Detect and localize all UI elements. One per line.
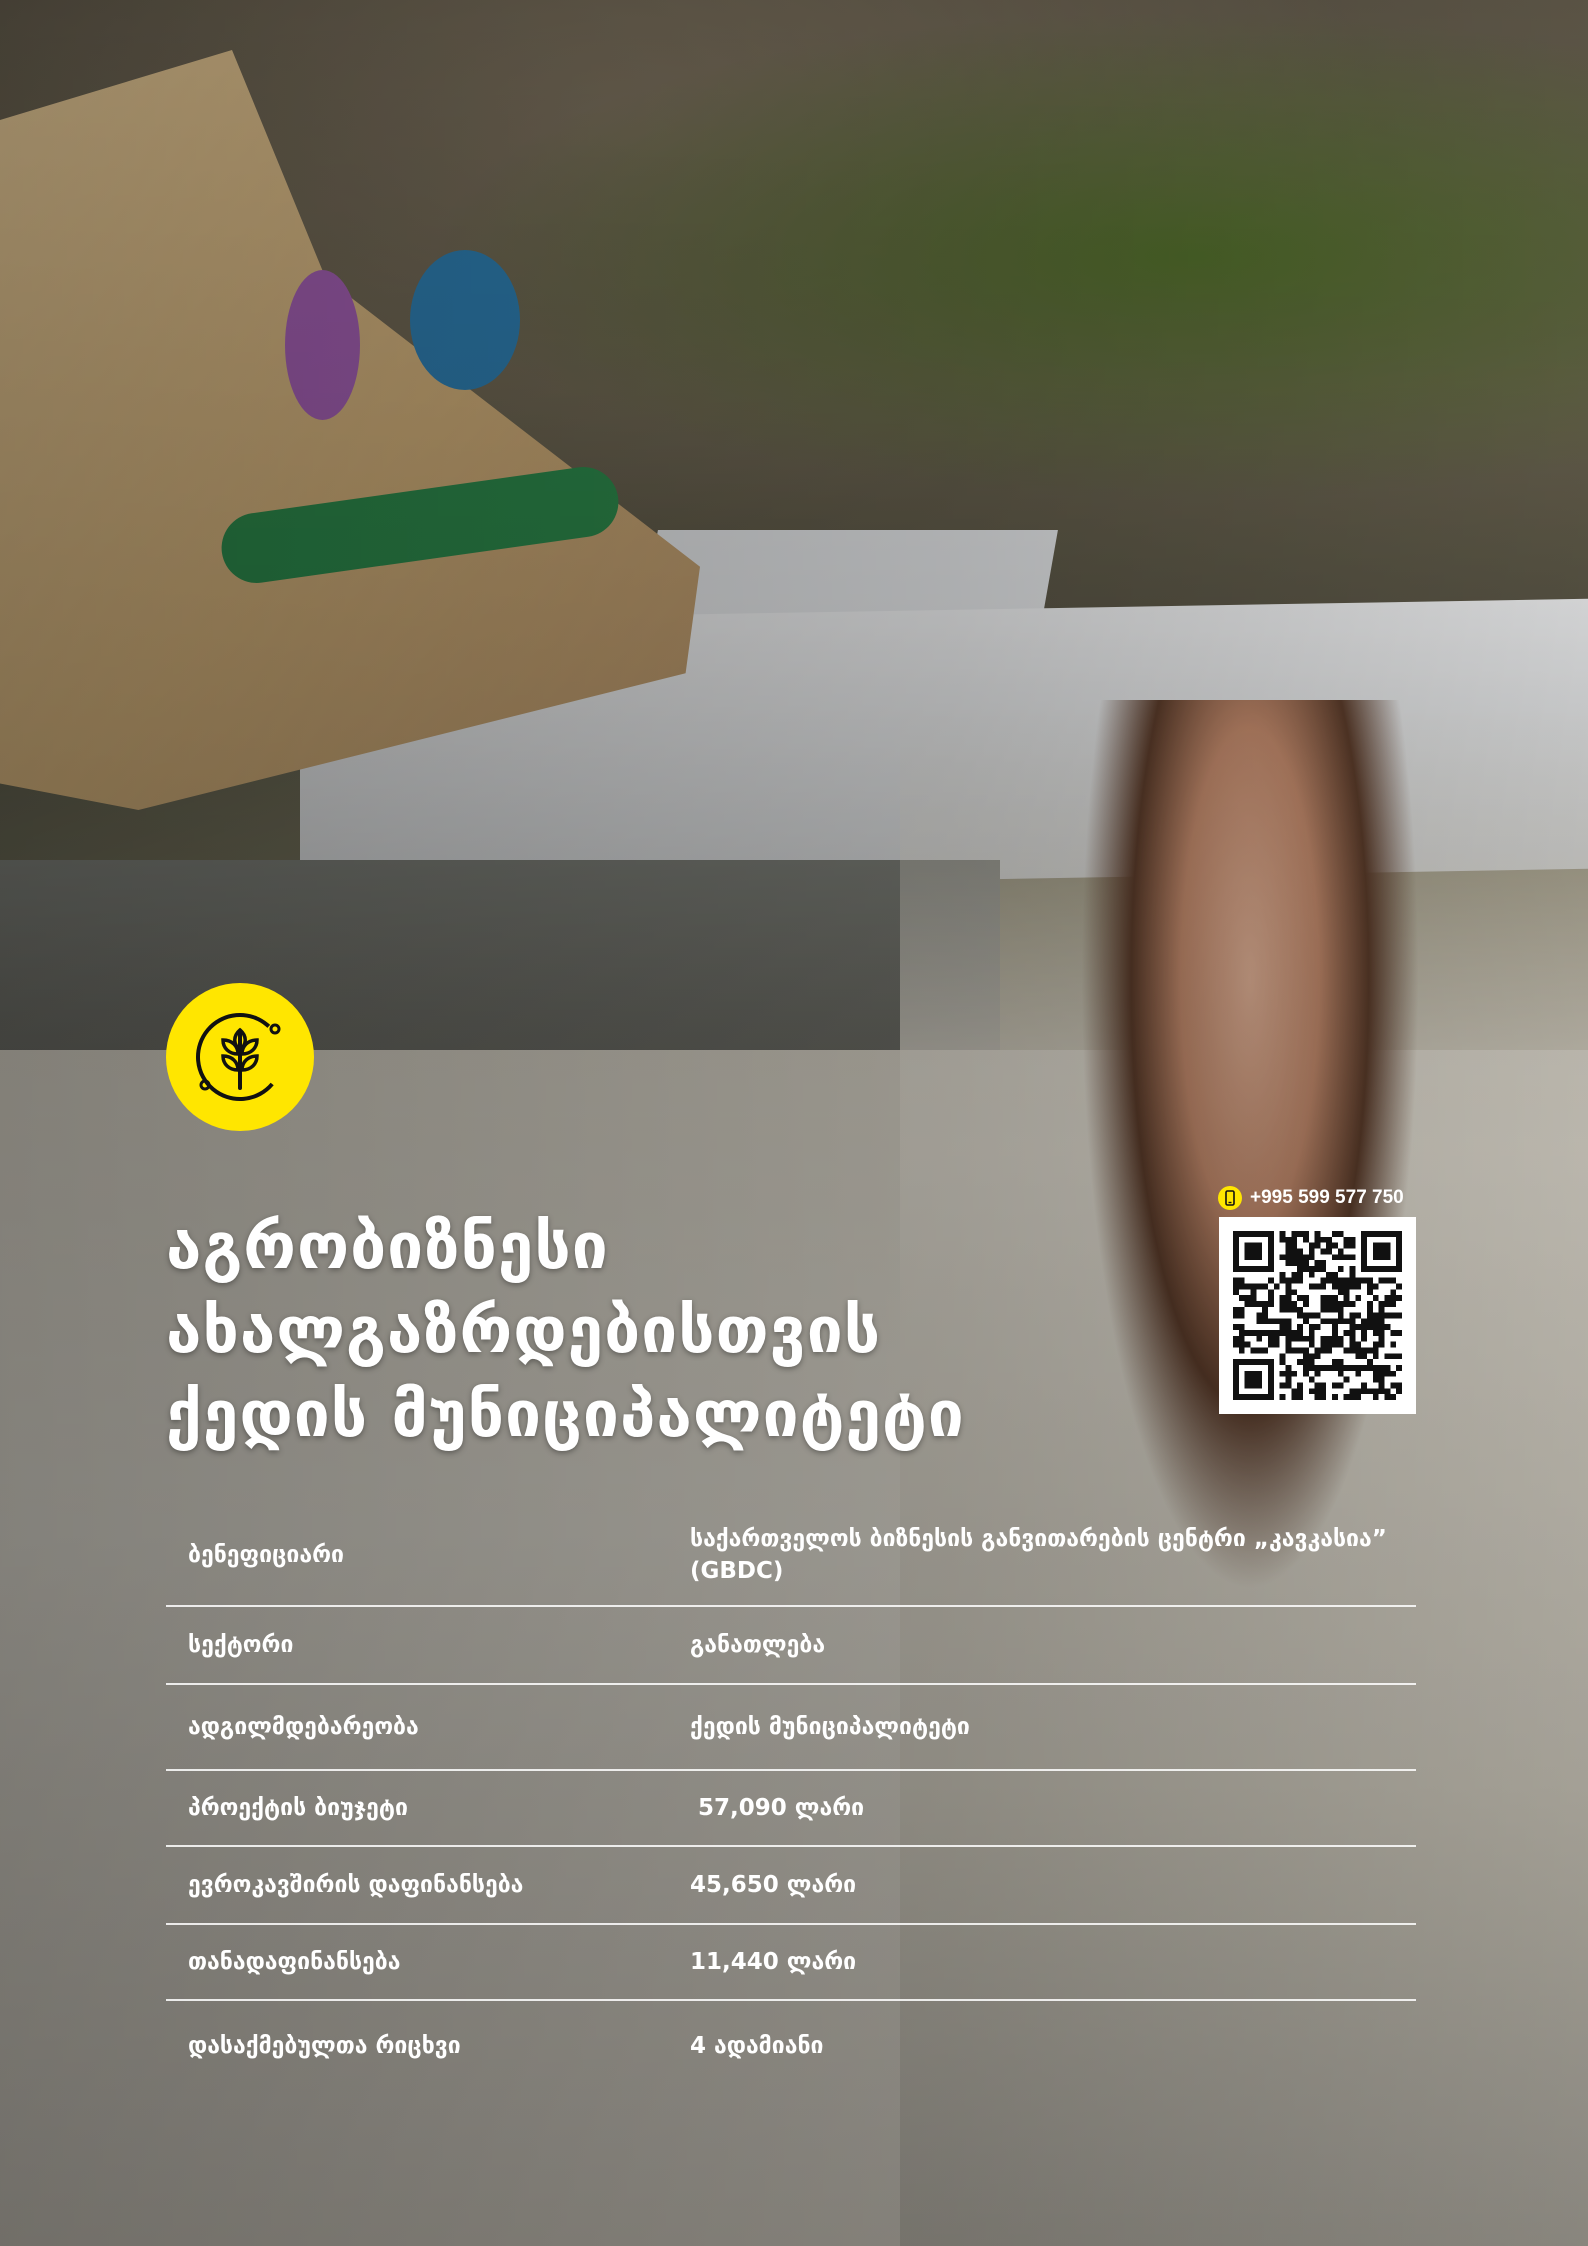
- info-value: 57,090 ლარი: [690, 1795, 865, 1821]
- info-row-beneficiary: ბენეფიციარი საქართველოს ბიზნესის განვითა…: [166, 1505, 1416, 1607]
- info-label: ბენეფიციარი: [188, 1542, 345, 1568]
- info-value: 11,440 ლარი: [690, 1949, 857, 1975]
- project-info-table: ბენეფიციარი საქართველოს ბიზნესის განვითა…: [166, 1505, 1416, 2091]
- wheat-icon: [196, 1013, 284, 1101]
- page-title: აგრობიზნესი ახალგაზრდებისთვის ქედის მუნი…: [166, 1205, 1166, 1457]
- info-value: განათლება: [690, 1632, 826, 1658]
- info-value: საქართველოს ბიზნესის განვითარების ცენტრი…: [690, 1526, 1387, 1584]
- title-line-3: ქედის მუნიციპალიტეტი: [166, 1378, 965, 1452]
- info-label: დასაქმებულთა რიცხვი: [188, 2033, 461, 2059]
- info-row-eu-funding: ევროკავშირის დაფინანსება 45,650 ლარი: [166, 1847, 1416, 1925]
- title-line-1: აგრობიზნესი: [166, 1210, 609, 1284]
- info-label: ევროკავშირის დაფინანსება: [188, 1872, 524, 1898]
- info-label: ადგილმდებარეობა: [188, 1714, 419, 1740]
- title-line-2: ახალგაზრდებისთვის: [166, 1294, 882, 1368]
- info-label: სექტორი: [188, 1632, 294, 1658]
- mobile-phone-icon: [1218, 1186, 1242, 1210]
- qr-code[interactable]: [1219, 1217, 1416, 1414]
- phone-contact[interactable]: +995 599 577 750: [1218, 1185, 1404, 1211]
- qr-code-icon: [1233, 1231, 1402, 1400]
- info-value: 45,650 ლარი: [690, 1872, 857, 1898]
- logo-badge: [166, 983, 314, 1131]
- info-row-cofinancing: თანადაფინანსება 11,440 ლარი: [166, 1925, 1416, 2001]
- info-row-location: ადგილმდებარეობა ქედის მუნიციპალიტეტი: [166, 1685, 1416, 1771]
- info-value: ქედის მუნიციპალიტეტი: [690, 1714, 970, 1740]
- info-label: თანადაფინანსება: [188, 1949, 401, 1975]
- info-value: 4 ადამიანი: [690, 2033, 824, 2059]
- info-row-employees: დასაქმებულთა რიცხვი 4 ადამიანი: [166, 2001, 1416, 2091]
- info-label: პროექტის ბიუჯეტი: [188, 1795, 408, 1821]
- phone-number[interactable]: +995 599 577 750: [1250, 1187, 1404, 1209]
- info-row-budget: პროექტის ბიუჯეტი 57,090 ლარი: [166, 1771, 1416, 1847]
- info-row-sector: სექტორი განათლება: [166, 1607, 1416, 1685]
